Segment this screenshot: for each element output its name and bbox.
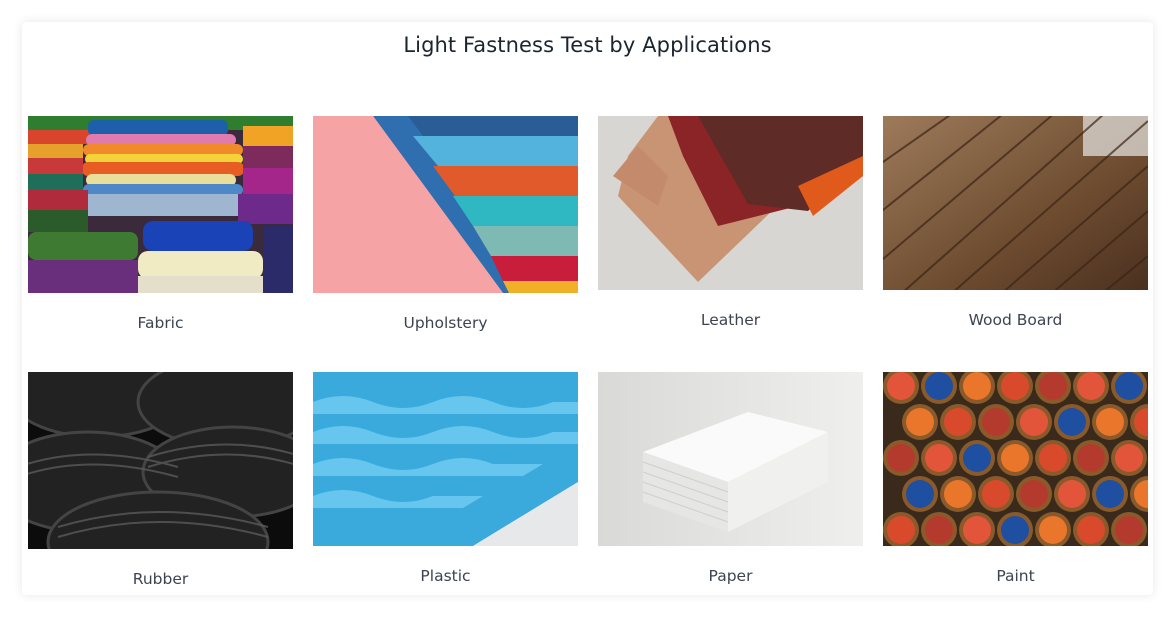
application-tile-plastic[interactable]: Plastic — [313, 372, 578, 585]
plastic-image — [313, 372, 578, 546]
application-label: Paint — [996, 567, 1035, 585]
rubber-image — [28, 372, 293, 549]
wood-board-image — [883, 116, 1148, 290]
application-tile-upholstery[interactable]: Upholstery — [313, 116, 578, 332]
application-label: Paper — [708, 567, 753, 585]
paper-image — [598, 372, 863, 546]
upholstery-image — [313, 116, 578, 293]
page-title: Light Fastness Test by Applications — [403, 33, 772, 57]
leather-image — [598, 116, 863, 290]
application-tile-rubber[interactable]: Rubber — [28, 372, 293, 588]
application-label: Leather — [700, 311, 761, 329]
application-tile-fabric[interactable]: Fabric — [28, 116, 293, 332]
application-tile-wood-board[interactable]: Wood Board — [883, 116, 1148, 329]
application-label: Fabric — [137, 314, 184, 332]
application-tile-paper[interactable]: Paper — [598, 372, 863, 585]
fabric-image — [28, 116, 293, 293]
application-tile-paint[interactable]: Paint — [883, 372, 1148, 585]
application-tile-leather[interactable]: Leather — [598, 116, 863, 329]
application-label: Wood Board — [968, 311, 1063, 329]
application-label: Upholstery — [403, 314, 488, 332]
application-label: Plastic — [420, 567, 471, 585]
application-label: Rubber — [132, 570, 189, 588]
paint-image — [883, 372, 1148, 546]
